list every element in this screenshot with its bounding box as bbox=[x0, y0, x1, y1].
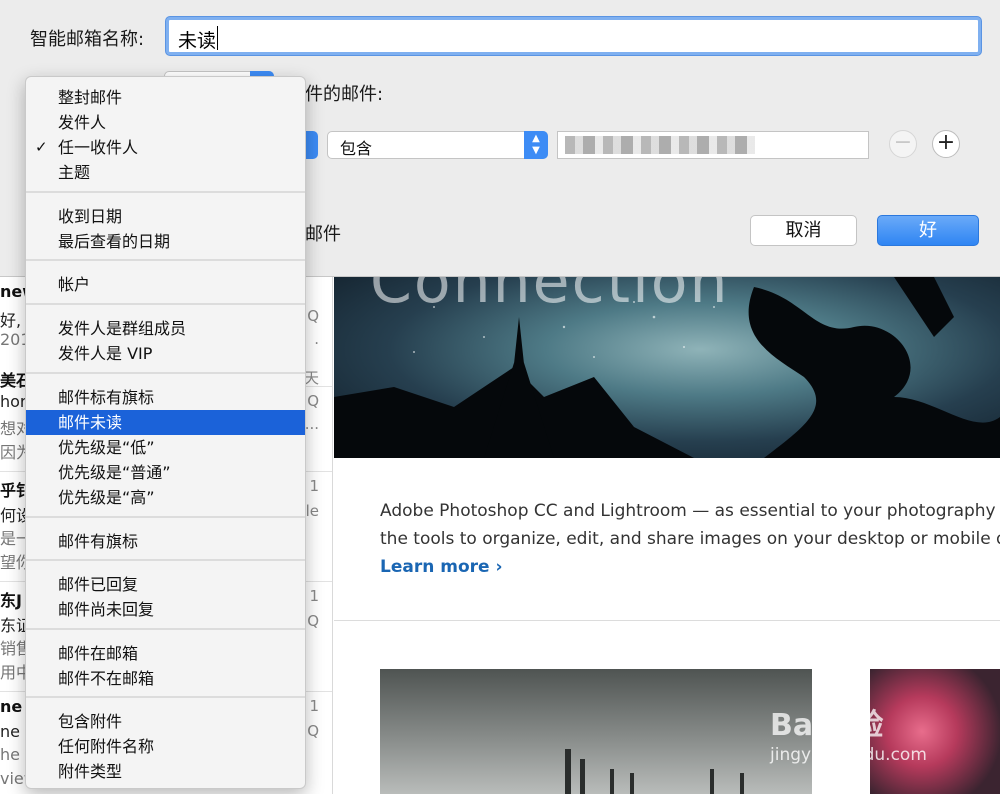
message-text: Q bbox=[307, 392, 319, 410]
remove-rule-button[interactable]: − bbox=[889, 130, 917, 158]
message-text: hor bbox=[0, 392, 27, 411]
menu-item-label: 邮件未读 bbox=[58, 413, 123, 432]
menu-item-label: 邮件已回复 bbox=[58, 575, 139, 594]
chevron-updown-icon: ▲ ▼ bbox=[524, 131, 548, 159]
menu-item[interactable]: 发件人是群组成员 bbox=[26, 316, 305, 341]
photo-pier bbox=[380, 669, 812, 794]
menu-item-label: 邮件有旗标 bbox=[58, 532, 139, 551]
menu-separator bbox=[26, 259, 305, 261]
message-text: 1 bbox=[309, 587, 319, 605]
menu-item[interactable]: 发件人是 VIP bbox=[26, 341, 305, 366]
menu-item-label: 邮件尚未回复 bbox=[58, 600, 155, 619]
menu-item[interactable]: 发件人 bbox=[26, 110, 305, 135]
criteria-label: 件的邮件: bbox=[305, 84, 384, 105]
menu-separator bbox=[26, 516, 305, 518]
menu-item[interactable]: 任何附件名称 bbox=[26, 734, 305, 759]
menu-separator bbox=[26, 303, 305, 305]
message-text: le bbox=[305, 502, 319, 520]
text-caret bbox=[217, 26, 218, 50]
menu-item[interactable]: 帐户 bbox=[26, 272, 305, 297]
cancel-button[interactable]: 取消 bbox=[750, 215, 857, 246]
menu-item-label: 主题 bbox=[58, 163, 91, 182]
message-text: 天 bbox=[303, 369, 319, 387]
menu-item-label: 任一收件人 bbox=[58, 138, 139, 157]
menu-item-label: 优先级是“普通” bbox=[58, 463, 171, 482]
promo-text-line-2: the tools to organize, edit, and share i… bbox=[380, 529, 1000, 549]
menu-item-label: 附件类型 bbox=[58, 762, 123, 781]
photo-flowers bbox=[870, 669, 1000, 794]
menu-item-label: 邮件不在邮箱 bbox=[58, 669, 155, 688]
menu-item[interactable]: 优先级是“高” bbox=[26, 485, 305, 510]
menu-item[interactable]: 邮件有旗标 bbox=[26, 529, 305, 554]
message-text: 东J bbox=[0, 591, 22, 610]
condition-value: 包含 bbox=[340, 139, 373, 158]
message-text: ... bbox=[304, 415, 319, 433]
watermark-brand: Bai经验 bbox=[770, 708, 884, 743]
content-divider bbox=[334, 620, 1000, 621]
menu-item[interactable]: 优先级是“普通” bbox=[26, 460, 305, 485]
menu-item[interactable]: 包含附件 bbox=[26, 709, 305, 734]
menu-separator bbox=[26, 559, 305, 561]
mailbox-name-label: 智能邮箱名称: bbox=[30, 29, 145, 50]
menu-item-label: 整封邮件 bbox=[58, 88, 123, 107]
menu-item[interactable]: 邮件在邮箱 bbox=[26, 641, 305, 666]
menu-item[interactable]: 主题 bbox=[26, 160, 305, 185]
include-label: 邮件 bbox=[305, 224, 341, 245]
checkmark-icon: ✓ bbox=[35, 138, 48, 156]
add-rule-button[interactable]: + bbox=[932, 130, 960, 158]
ok-button[interactable]: 好 bbox=[877, 215, 979, 246]
menu-item[interactable]: 整封邮件 bbox=[26, 85, 305, 110]
menu-item[interactable]: 收到日期 bbox=[26, 204, 305, 229]
pier-posts bbox=[565, 749, 744, 794]
menu-item[interactable]: 邮件未读 bbox=[26, 410, 305, 435]
mailbox-name-input[interactable]: 未读 bbox=[166, 17, 981, 55]
message-text: 好, bbox=[0, 311, 22, 330]
hero-image: Connection bbox=[334, 277, 1000, 458]
menu-item[interactable]: 邮件已回复 bbox=[26, 572, 305, 597]
menu-separator bbox=[26, 372, 305, 374]
menu-item-label: 发件人是群组成员 bbox=[58, 319, 187, 338]
menu-item[interactable]: ✓ 任一收件人 bbox=[26, 135, 305, 160]
menu-separator bbox=[26, 696, 305, 698]
menu-separator bbox=[26, 191, 305, 193]
menu-item-label: 帐户 bbox=[58, 275, 91, 294]
message-text: 1 bbox=[309, 697, 319, 715]
message-text: . bbox=[314, 330, 319, 348]
menu-item-label: 发件人是 VIP bbox=[58, 344, 153, 363]
message-text: 1 bbox=[309, 477, 319, 495]
menu-item-label: 收到日期 bbox=[58, 207, 123, 226]
menu-item-label: 发件人 bbox=[58, 113, 107, 132]
menu-item[interactable]: 邮件尚未回复 bbox=[26, 597, 305, 622]
menu-item[interactable]: 最后查看的日期 bbox=[26, 229, 305, 254]
menu-item[interactable]: 邮件标有旗标 bbox=[26, 385, 305, 410]
menu-item-label: 优先级是“低” bbox=[58, 438, 155, 457]
message-content: Connection Adobe Photoshop CC and Lightr… bbox=[334, 277, 1000, 794]
hero-text: Connection bbox=[370, 277, 730, 317]
message-text: Q bbox=[307, 722, 319, 740]
menu-item[interactable]: 优先级是“低” bbox=[26, 435, 305, 460]
menu-item-label: 包含附件 bbox=[58, 712, 123, 731]
menu-item[interactable]: 附件类型 bbox=[26, 759, 305, 784]
promo-text-line-1: Adobe Photoshop CC and Lightroom — as es… bbox=[380, 501, 1000, 521]
menu-item-label: 邮件标有旗标 bbox=[58, 388, 155, 407]
learn-more-link[interactable]: Learn more › bbox=[380, 557, 502, 577]
menu-item-label: 优先级是“高” bbox=[58, 488, 155, 507]
redacted-text bbox=[565, 136, 755, 154]
menu-separator bbox=[26, 628, 305, 630]
watermark-url: jingyan.baidu.com bbox=[770, 745, 927, 765]
criteria-field-menu[interactable]: 整封邮件发件人 ✓ 任一收件人主题收到日期最后查看的日期 帐户发件人是群组成员 发件人是… bbox=[25, 76, 306, 789]
message-text: Q bbox=[307, 612, 319, 630]
message-text: Q bbox=[307, 307, 319, 325]
mailbox-name-value: 未读 bbox=[178, 30, 217, 52]
menu-item[interactable]: 邮件不在邮箱 bbox=[26, 666, 305, 691]
condition-popup[interactable]: 包含 ▲ ▼ bbox=[327, 131, 548, 159]
menu-item-label: 最后查看的日期 bbox=[58, 232, 171, 251]
menu-item-label: 任何附件名称 bbox=[58, 737, 155, 756]
menu-item-label: 邮件在邮箱 bbox=[58, 644, 139, 663]
